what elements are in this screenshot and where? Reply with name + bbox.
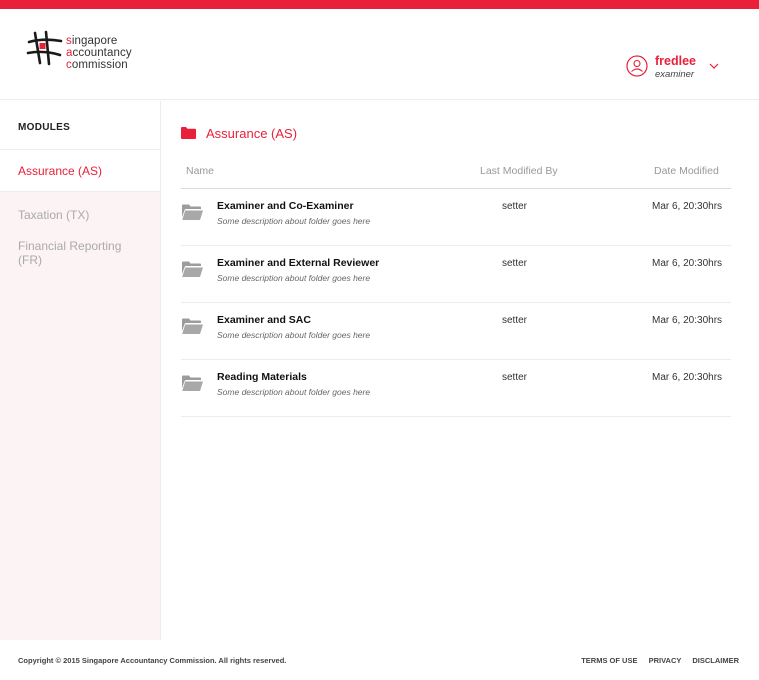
table-row[interactable]: Reading Materials Some description about… xyxy=(181,360,731,417)
folder-name[interactable]: Examiner and SAC xyxy=(217,314,311,326)
logo-text-accountancy: ccountancy xyxy=(72,47,132,59)
folder-description: Some description about folder goes here xyxy=(217,216,371,226)
folder-open-icon xyxy=(182,318,203,334)
logo-mark-icon xyxy=(26,30,63,66)
folder-description: Some description about folder goes here xyxy=(217,330,371,340)
folder-name[interactable]: Reading Materials xyxy=(217,371,307,383)
page-title: Assurance (AS) xyxy=(206,126,298,141)
folder-modified-by: setter xyxy=(502,201,528,212)
chevron-down-icon[interactable] xyxy=(708,61,720,71)
sidebar: MODULES Assurance (AS) Taxation (TX) Fin… xyxy=(0,101,161,640)
folder-modified-by: setter xyxy=(502,315,528,326)
user-name: fredlee xyxy=(655,54,696,68)
top-accent-bar xyxy=(0,0,759,9)
folder-modified-by: setter xyxy=(502,258,528,269)
folder-description: Some description about folder goes here xyxy=(217,273,371,283)
table-header: Name Last Modified By Date Modified xyxy=(181,163,731,189)
table-row[interactable]: Examiner and SAC Some description about … xyxy=(181,303,731,360)
folder-open-icon xyxy=(182,204,203,220)
folder-modified-by: setter xyxy=(502,372,528,383)
logo[interactable]: singapore accountancy commission xyxy=(26,29,146,75)
sidebar-item-taxation[interactable]: Taxation (TX) xyxy=(0,192,160,222)
footer-links: TERMS OF USE PRIVACY DISCLAIMER xyxy=(572,656,739,665)
sidebar-item-financial-reporting[interactable]: Financial Reporting (FR) xyxy=(0,222,160,267)
folder-date-modified: Mar 6, 20:30hrs xyxy=(652,315,723,326)
folder-open-icon xyxy=(182,261,203,277)
disclaimer-link[interactable]: DISCLAIMER xyxy=(692,656,739,665)
column-header-name[interactable]: Name xyxy=(186,165,214,177)
folder-open-icon xyxy=(182,375,203,391)
folder-date-modified: Mar 6, 20:30hrs xyxy=(652,201,723,212)
footer: Copyright © 2015 Singapore Accountancy C… xyxy=(0,640,759,680)
sidebar-item-assurance[interactable]: Assurance (AS) xyxy=(0,150,160,192)
privacy-link[interactable]: PRIVACY xyxy=(649,656,682,665)
logo-text-singapore: ingapore xyxy=(71,35,118,47)
user-role: examiner xyxy=(655,69,695,80)
copyright: Copyright © 2015 Singapore Accountancy C… xyxy=(18,656,287,665)
folder-name[interactable]: Examiner and External Reviewer xyxy=(217,257,379,269)
column-header-date[interactable]: Date Modified xyxy=(654,165,719,177)
terms-of-use-link[interactable]: TERMS OF USE xyxy=(581,656,637,665)
table-row[interactable]: Examiner and Co-Examiner Some descriptio… xyxy=(181,189,731,246)
table-row[interactable]: Examiner and External Reviewer Some desc… xyxy=(181,246,731,303)
logo-text: singapore accountancy commission xyxy=(66,35,132,71)
folder-description: Some description about folder goes here xyxy=(217,387,371,397)
folder-date-modified: Mar 6, 20:30hrs xyxy=(652,258,723,269)
folder-list: Examiner and Co-Examiner Some descriptio… xyxy=(181,189,731,417)
logo-text-commission: ommission xyxy=(71,59,128,71)
folder-name[interactable]: Examiner and Co-Examiner xyxy=(217,200,354,212)
column-header-modified-by[interactable]: Last Modified By xyxy=(480,165,558,177)
user-icon xyxy=(626,55,648,77)
folder-icon xyxy=(181,127,196,139)
header: singapore accountancy commission fredlee… xyxy=(0,9,759,100)
folder-date-modified: Mar 6, 20:30hrs xyxy=(652,372,723,383)
user-menu[interactable]: fredlee examiner xyxy=(626,53,736,89)
sidebar-heading: MODULES xyxy=(0,101,160,150)
